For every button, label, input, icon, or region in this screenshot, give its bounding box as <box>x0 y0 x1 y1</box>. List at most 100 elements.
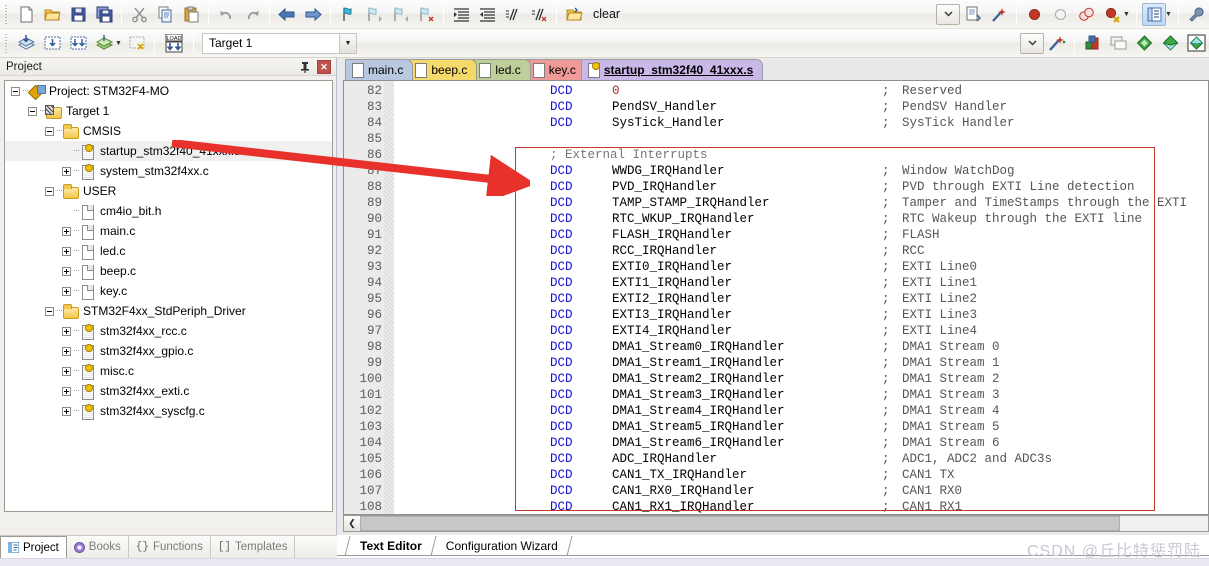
breakpoint-toggle-button[interactable] <box>1022 3 1046 26</box>
breakpoint-disable-all-button[interactable] <box>1074 3 1098 26</box>
tree-expand-icon[interactable] <box>62 266 71 276</box>
tree-item[interactable]: stm32f4xx_gpio.c <box>5 341 332 361</box>
tree-item[interactable]: beep.c <box>5 261 332 281</box>
project-tree[interactable]: Project: STM32F4-MO Target 1 CMSIS startup_… <box>4 80 333 512</box>
stop-build-button[interactable] <box>125 32 149 55</box>
tree-item[interactable]: Target 1 <box>5 101 332 121</box>
tree-expand-icon[interactable] <box>62 286 71 296</box>
configure-target-button[interactable] <box>1184 3 1208 26</box>
outdent-button[interactable] <box>475 3 499 26</box>
tree-item[interactable]: stm32f4xx_rcc.c <box>5 321 332 341</box>
close-icon[interactable]: ✕ <box>317 60 331 74</box>
project-window-toggle-button[interactable] <box>1142 2 1166 26</box>
new-file-button[interactable] <box>14 3 38 26</box>
paste-button[interactable] <box>179 3 203 26</box>
view-tab-configuration-wizard[interactable]: Configuration Wizard <box>439 536 565 556</box>
code-editor[interactable]: 82 DCD 0; Reserved 83 DCD PendSV_Handler; PendS… <box>343 80 1209 515</box>
tree-item[interactable]: CMSIS <box>5 121 332 141</box>
pin-icon[interactable] <box>298 60 312 74</box>
find-combo-dropdown[interactable] <box>936 3 960 25</box>
red-breakpoint-icon <box>1028 8 1040 20</box>
code-operand: DMA1_Stream5_IRQHandler <box>612 420 785 434</box>
code-comment: EXTI Line2 <box>902 292 978 306</box>
tree-item[interactable]: misc.c <box>5 361 332 381</box>
tree-expand-icon[interactable] <box>62 406 71 416</box>
copy-button[interactable] <box>153 3 177 26</box>
indent-button[interactable] <box>449 3 473 26</box>
build-target-button[interactable] <box>40 32 64 55</box>
cut-button[interactable] <box>127 3 151 26</box>
uncomment-block-button[interactable] <box>527 3 551 26</box>
translate-file-button[interactable] <box>14 32 38 55</box>
open-file-button[interactable] <box>40 3 64 26</box>
tree-item[interactable]: Project: STM32F4-MO <box>5 81 332 101</box>
tree-item[interactable]: startup_stm32f40_41xxx.s <box>5 141 332 161</box>
tree-item[interactable]: led.c <box>5 241 332 261</box>
undo-button[interactable] <box>214 3 238 26</box>
breakpoint-disable-button[interactable] <box>1048 3 1072 26</box>
tree-item[interactable]: USER <box>5 181 332 201</box>
comment-block-button[interactable] <box>501 3 525 26</box>
bookmark-prev-button[interactable] <box>362 3 386 26</box>
new-component-button[interactable] <box>1132 32 1156 55</box>
insert-file-button[interactable] <box>961 3 985 26</box>
batch-build-button[interactable] <box>92 32 116 55</box>
save-button[interactable] <box>66 3 90 26</box>
component-2-button[interactable] <box>1158 32 1182 55</box>
editor-tab-beep-c[interactable]: beep.c <box>408 59 478 80</box>
save-all-button[interactable] <box>92 3 116 26</box>
panel-tab-templates[interactable]: [] Templates <box>211 536 296 558</box>
navigate-back-button[interactable] <box>275 3 299 26</box>
bookmark-clear-button[interactable] <box>414 3 438 26</box>
tree-item[interactable]: stm32f4xx_syscfg.c <box>5 401 332 421</box>
tree-expand-icon[interactable] <box>62 246 71 256</box>
tree-item[interactable]: key.c <box>5 281 332 301</box>
bookmark-next-button[interactable] <box>388 3 412 26</box>
tree-expand-icon[interactable] <box>62 386 71 396</box>
tree-expand-icon[interactable] <box>62 366 71 376</box>
download-button[interactable]: LOAD <box>160 32 188 55</box>
tree-item[interactable]: stm32f4xx_exti.c <box>5 381 332 401</box>
horizontal-scrollbar[interactable]: ❮ <box>343 515 1209 532</box>
editor-tab-led-c[interactable]: led.c <box>472 59 531 80</box>
build-toolbar-grip[interactable] <box>3 33 11 53</box>
target-options-dropdown[interactable] <box>1020 32 1044 54</box>
editor-tab-main-c[interactable]: main.c <box>345 59 414 80</box>
panel-tab-functions[interactable]: {} Functions <box>129 536 211 558</box>
editor-tab-key-c[interactable]: key.c <box>525 59 586 80</box>
tree-expand-icon[interactable] <box>62 166 71 176</box>
rebuild-all-button[interactable] <box>66 32 90 55</box>
target-selector[interactable]: Target 1 ▼ <box>202 32 357 54</box>
view-tab-text-editor[interactable]: Text Editor <box>353 536 429 556</box>
tree-item[interactable]: main.c <box>5 221 332 241</box>
tree-item[interactable]: STM32F4xx_StdPeriph_Driver <box>5 301 332 321</box>
redo-button[interactable] <box>240 3 264 26</box>
magic-wand-button[interactable] <box>987 3 1011 26</box>
toolbar-grip[interactable] <box>3 4 11 24</box>
panel-tab-project[interactable]: Project <box>0 536 67 558</box>
project-windows-button[interactable] <box>1106 32 1130 55</box>
target-selector-caret[interactable]: ▼ <box>339 33 356 53</box>
tree-expand-icon[interactable] <box>62 326 71 336</box>
scroll-left-icon[interactable]: ❮ <box>344 516 360 531</box>
bookmark-toggle-button[interactable] <box>336 3 360 26</box>
tree-collapse-icon[interactable] <box>28 106 37 116</box>
tree-collapse-icon[interactable] <box>45 306 54 316</box>
breakpoint-kill-all-button[interactable] <box>1100 3 1124 26</box>
tree-expand-icon[interactable] <box>62 226 71 236</box>
editor-tab-startup-stm32f40-41xxx-s[interactable]: startup_stm32f40_41xxx.s <box>580 59 764 80</box>
multi-project-button[interactable] <box>1080 32 1104 55</box>
navigate-forward-button[interactable] <box>301 3 325 26</box>
open-workspace-button[interactable] <box>562 3 586 26</box>
tree-collapse-icon[interactable] <box>45 186 54 196</box>
component-3-button[interactable] <box>1184 32 1208 55</box>
manage-runtime-button[interactable] <box>1045 32 1069 55</box>
code-comment: SysTick Handler <box>902 116 1015 130</box>
panel-tab-books[interactable]: Books <box>67 536 129 558</box>
tree-item[interactable]: system_stm32f4xx.c <box>5 161 332 181</box>
tree-collapse-icon[interactable] <box>11 86 20 96</box>
tree-expand-icon[interactable] <box>62 346 71 356</box>
tree-collapse-icon[interactable] <box>45 126 54 136</box>
tree-item[interactable]: cm4io_bit.h <box>5 201 332 221</box>
scrollbar-thumb[interactable] <box>360 516 1120 531</box>
